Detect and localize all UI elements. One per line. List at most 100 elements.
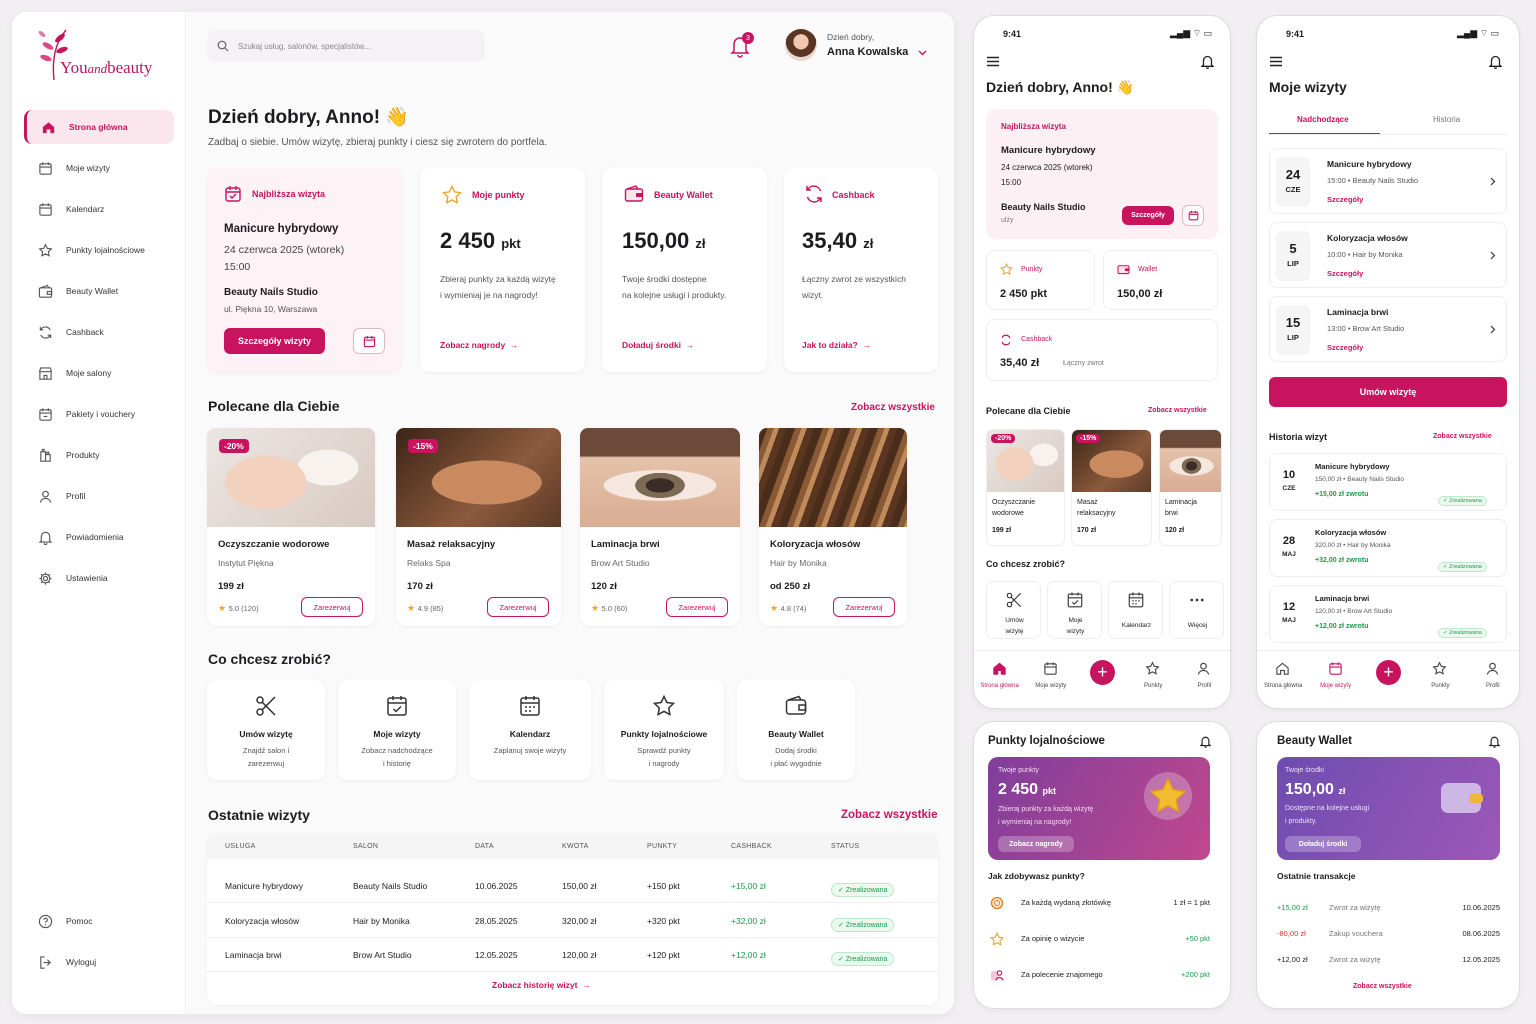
history-visit-item[interactable]: 12 MAJ Laminacja brwi 120,00 zł • Brow Art … [1269, 585, 1507, 643]
tab-history[interactable]: Historia [1433, 115, 1460, 124]
recommended-card[interactable]: -15% Masaż relaksacyjny Relaks Spa 170 zł ★ … [396, 428, 561, 626]
bell-icon[interactable] [1200, 735, 1211, 748]
history-see-all-link[interactable]: Zobacz wszystkie [1433, 433, 1492, 440]
book-button[interactable]: Zarezerwuj [833, 597, 895, 617]
recommended-card[interactable]: -20% Oczyszczanie wodorowe Instytut Piękna… [207, 428, 375, 626]
book-button[interactable]: Zarezerwuj [666, 597, 728, 617]
wallet-card[interactable]: Wallet 150,00 zł [1103, 250, 1218, 310]
sidebar-item-produkty[interactable]: Produkty [24, 438, 174, 472]
action-calendar-check[interactable]: Moje wizyty Zobacz nadchodzące i historię [338, 680, 456, 780]
top-up-button[interactable]: Doładuj środki [1285, 836, 1361, 852]
menu-icon[interactable] [1269, 56, 1283, 67]
book-button[interactable]: Zarezerwuj [487, 597, 549, 617]
sidebar-item-profil[interactable]: Profil [24, 479, 174, 513]
recent-see-all-link[interactable]: Zobacz wszystkie [841, 809, 938, 821]
sidebar-item-help[interactable]: Pomoc [24, 904, 174, 938]
logo[interactable]: Youandbeauty [26, 22, 176, 92]
book-visit-button[interactable]: Umów wizytę [1269, 377, 1507, 407]
table-row[interactable]: Koloryzacja włosów Hair by Monika 28.05.20… [207, 904, 938, 938]
visit-details-button[interactable]: Szczegóły wizyty [224, 328, 325, 354]
recommended-card[interactable]: Koloryzacja włosów Hair by Monika od 250 z… [759, 428, 907, 626]
sidebar-item-ustawienia[interactable]: Ustawienia [24, 561, 174, 595]
recommended-card[interactable]: -20% Oczyszczanie wodorowe 199 zł [986, 429, 1065, 546]
search-bar[interactable]: Szukaj usług, salonów, specjalistów... [207, 30, 485, 62]
transactions-see-all-link[interactable]: Zobacz wszystkie [1353, 983, 1412, 990]
tab-home[interactable]: Strona główna [974, 658, 1026, 702]
recommended-card[interactable]: -15% Masaż relaksacyjny 170 zł [1071, 429, 1152, 546]
action-calendar[interactable]: Kalendarz Zaplanuj swoje wizyty [469, 680, 591, 780]
action-scissors[interactable]: Umów wizytę [986, 581, 1041, 639]
tab-user[interactable]: Profil [1178, 658, 1230, 702]
bell-icon[interactable] [1201, 54, 1214, 69]
see-rewards-link[interactable]: Zobacz nagrody → [440, 340, 518, 350]
upcoming-visit-item[interactable]: 5 LIP Koloryzacja włosów 10:00 • Hair by Mo… [1269, 222, 1507, 288]
see-rewards-button[interactable]: Zobacz nagrody [998, 836, 1074, 852]
sidebar-item-cashback[interactable]: Cashback [24, 315, 174, 349]
column-header: SALON [353, 843, 379, 850]
details-button[interactable]: Szczegóły [1122, 206, 1174, 225]
sidebar-item-strona-główna[interactable]: Strona główna [24, 110, 174, 144]
calendar-button[interactable] [1182, 205, 1204, 226]
bell-icon[interactable] [1489, 54, 1502, 69]
action-more[interactable]: Więcej [1169, 581, 1224, 639]
sidebar-item-powiadomienia[interactable]: Powiadomienia [24, 520, 174, 554]
recommended-see-all-link[interactable]: Zobacz wszystkie [851, 402, 935, 413]
cashback-card[interactable]: Cashback 35,40 zł Łączny zwrot [986, 319, 1218, 381]
menu-icon[interactable] [986, 56, 1000, 67]
upcoming-visit-item[interactable]: 15 LIP Laminacja brwi 13:00 • Brow Art Stud… [1269, 296, 1507, 362]
upcoming-visit-item[interactable]: 24 CZE Manicure hybrydowy 15:00 • Beauty Na… [1269, 148, 1507, 214]
sidebar-item-pakiety-i-vouchery[interactable]: Pakiety i vouchery [24, 397, 174, 431]
points-card[interactable]: Punkty 2 450 pkt [986, 250, 1095, 310]
recent-visits-title: Ostatnie wizyty [208, 807, 310, 823]
action-calendar[interactable]: Kalendarz [1108, 581, 1163, 639]
table-cell: 12.05.2025 [475, 950, 518, 960]
visit-details-link[interactable]: Szczegóły [1327, 195, 1363, 204]
tab-user[interactable]: Profil [1467, 658, 1519, 702]
table-row[interactable]: Manicure hybrydowy Beauty Nails Studio 10.… [207, 869, 938, 903]
table-row[interactable]: Laminacja brwi Brow Art Studio 12.05.2025 1… [207, 938, 938, 972]
recommended-card[interactable]: Laminacja brwi 120 zł [1159, 429, 1222, 546]
sidebar-item-moje-wizyty[interactable]: Moje wizyty [24, 151, 174, 185]
search-input[interactable]: Szukaj usług, salonów, specjalistów... [238, 42, 371, 51]
user-name[interactable]: Anna Kowalska [827, 46, 908, 58]
chevron-down-icon[interactable] [918, 50, 927, 56]
tab-star[interactable]: Punkty [1414, 658, 1466, 702]
wallet-value: 150,00 zł [1117, 288, 1163, 300]
avatar[interactable] [785, 29, 817, 61]
how-it-works-link[interactable]: Jak to działa? → [802, 340, 871, 350]
history-visit-item[interactable]: 28 MAJ Koloryzacja włosów 320,00 zł • Hair … [1269, 519, 1507, 577]
top-up-link[interactable]: Doładuj środki → [622, 340, 694, 350]
action-title: Umów wizytę [239, 729, 293, 739]
tab-calendar[interactable]: Moje wizyty [1310, 658, 1362, 702]
transaction-row[interactable]: +12,00 zł Zwrot za wizytę 12.05.2025 [1277, 951, 1500, 971]
sidebar-item-logout[interactable]: Wyloguj [24, 945, 174, 979]
wallet-unit: zł [695, 236, 706, 251]
transaction-row[interactable]: -80,00 zł Zakup vouchera 08.06.2025 [1277, 925, 1500, 945]
sidebar-item-moje-salony[interactable]: Moje salony [24, 356, 174, 390]
action-star[interactable]: Punkty lojalnościowe Sprawdź punkty i nagr… [604, 680, 724, 780]
action-calendar-check[interactable]: Moje wizyty [1047, 581, 1102, 639]
visit-details-link[interactable]: Szczegóły [1327, 343, 1363, 352]
tab-plus[interactable]: + [1076, 658, 1128, 702]
action-wallet[interactable]: Beauty Wallet Dodaj środki i płać wygodnie [737, 680, 855, 780]
add-to-calendar-button[interactable] [353, 328, 385, 354]
visit-history-link[interactable]: Zobacz historię wizyt → [492, 980, 591, 990]
tab-plus[interactable]: + [1362, 658, 1414, 702]
visit-details-link[interactable]: Szczegóły [1327, 269, 1363, 278]
wallet-label: Wallet [1138, 266, 1158, 273]
bell-icon[interactable] [1489, 735, 1500, 748]
transaction-row[interactable]: +15,00 zł Zwrot za wizytę 10.06.2025 [1277, 899, 1500, 919]
recommended-see-all-link[interactable]: Zobacz wszystkie [1148, 407, 1207, 414]
recommended-card[interactable]: Laminacja brwi Brow Art Studio 120 zł ★ 5.0… [580, 428, 740, 626]
tab-home[interactable]: Strona główna [1257, 658, 1309, 702]
tab-star[interactable]: Punkty [1127, 658, 1179, 702]
sidebar-item-beauty-wallet[interactable]: Beauty Wallet [24, 274, 174, 308]
tab-upcoming[interactable]: Nadchodzące [1297, 115, 1349, 124]
sidebar-item-punkty-lojalnościowe[interactable]: Punkty lojalnościowe [24, 233, 174, 267]
book-button[interactable]: Zarezerwuj [301, 597, 363, 617]
sidebar-item-kalendarz[interactable]: Kalendarz [24, 192, 174, 226]
tab-calendar[interactable]: Moje wizyty [1025, 658, 1077, 702]
notification-bell[interactable]: 3 [729, 32, 754, 58]
action-scissors[interactable]: Umów wizytę Znajdź salon i zarezerwuj [207, 680, 325, 780]
history-visit-item[interactable]: 10 CZE Manicure hybrydowy 150,00 zł • Beaut… [1269, 453, 1507, 511]
